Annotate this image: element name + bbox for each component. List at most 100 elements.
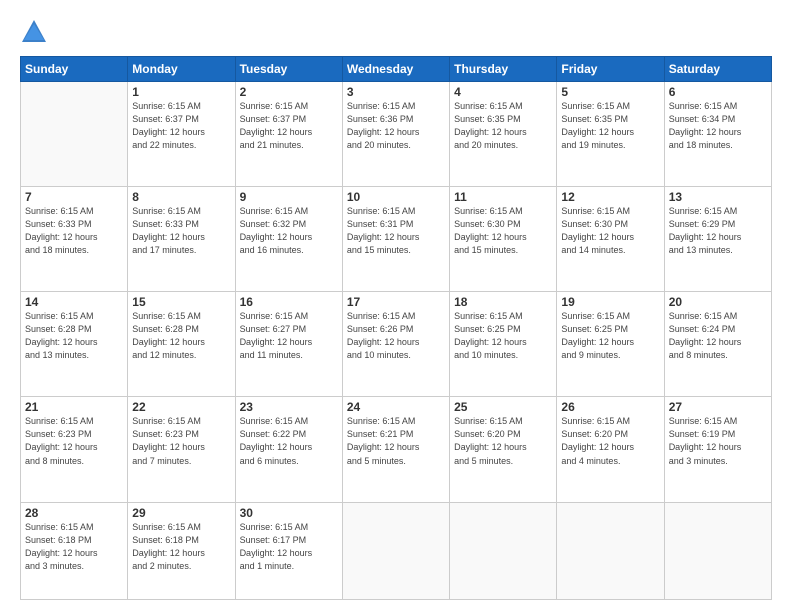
weekday-header-row: SundayMondayTuesdayWednesdayThursdayFrid… bbox=[21, 57, 772, 82]
day-info: Sunrise: 6:15 AM Sunset: 6:30 PM Dayligh… bbox=[561, 205, 659, 257]
calendar-cell: 6Sunrise: 6:15 AM Sunset: 6:34 PM Daylig… bbox=[664, 82, 771, 187]
day-info: Sunrise: 6:15 AM Sunset: 6:29 PM Dayligh… bbox=[669, 205, 767, 257]
calendar-cell bbox=[342, 502, 449, 600]
day-number: 27 bbox=[669, 400, 767, 414]
calendar-cell: 4Sunrise: 6:15 AM Sunset: 6:35 PM Daylig… bbox=[450, 82, 557, 187]
day-number: 25 bbox=[454, 400, 552, 414]
day-info: Sunrise: 6:15 AM Sunset: 6:19 PM Dayligh… bbox=[669, 415, 767, 467]
day-number: 4 bbox=[454, 85, 552, 99]
page: SundayMondayTuesdayWednesdayThursdayFrid… bbox=[0, 0, 792, 612]
day-info: Sunrise: 6:15 AM Sunset: 6:35 PM Dayligh… bbox=[561, 100, 659, 152]
calendar-cell: 22Sunrise: 6:15 AM Sunset: 6:23 PM Dayli… bbox=[128, 397, 235, 502]
day-info: Sunrise: 6:15 AM Sunset: 6:37 PM Dayligh… bbox=[240, 100, 338, 152]
weekday-header-saturday: Saturday bbox=[664, 57, 771, 82]
day-number: 13 bbox=[669, 190, 767, 204]
day-info: Sunrise: 6:15 AM Sunset: 6:20 PM Dayligh… bbox=[561, 415, 659, 467]
calendar-week-row: 1Sunrise: 6:15 AM Sunset: 6:37 PM Daylig… bbox=[21, 82, 772, 187]
weekday-header-monday: Monday bbox=[128, 57, 235, 82]
day-info: Sunrise: 6:15 AM Sunset: 6:36 PM Dayligh… bbox=[347, 100, 445, 152]
day-number: 20 bbox=[669, 295, 767, 309]
calendar-cell: 21Sunrise: 6:15 AM Sunset: 6:23 PM Dayli… bbox=[21, 397, 128, 502]
day-info: Sunrise: 6:15 AM Sunset: 6:33 PM Dayligh… bbox=[132, 205, 230, 257]
day-info: Sunrise: 6:15 AM Sunset: 6:18 PM Dayligh… bbox=[25, 521, 123, 573]
calendar-cell bbox=[557, 502, 664, 600]
day-info: Sunrise: 6:15 AM Sunset: 6:26 PM Dayligh… bbox=[347, 310, 445, 362]
day-info: Sunrise: 6:15 AM Sunset: 6:33 PM Dayligh… bbox=[25, 205, 123, 257]
day-info: Sunrise: 6:15 AM Sunset: 6:21 PM Dayligh… bbox=[347, 415, 445, 467]
day-number: 24 bbox=[347, 400, 445, 414]
calendar-cell: 25Sunrise: 6:15 AM Sunset: 6:20 PM Dayli… bbox=[450, 397, 557, 502]
calendar-table: SundayMondayTuesdayWednesdayThursdayFrid… bbox=[20, 56, 772, 600]
day-info: Sunrise: 6:15 AM Sunset: 6:35 PM Dayligh… bbox=[454, 100, 552, 152]
weekday-header-thursday: Thursday bbox=[450, 57, 557, 82]
header bbox=[20, 18, 772, 46]
calendar-week-row: 14Sunrise: 6:15 AM Sunset: 6:28 PM Dayli… bbox=[21, 292, 772, 397]
day-number: 5 bbox=[561, 85, 659, 99]
calendar-cell: 23Sunrise: 6:15 AM Sunset: 6:22 PM Dayli… bbox=[235, 397, 342, 502]
calendar-cell: 12Sunrise: 6:15 AM Sunset: 6:30 PM Dayli… bbox=[557, 187, 664, 292]
calendar-cell: 15Sunrise: 6:15 AM Sunset: 6:28 PM Dayli… bbox=[128, 292, 235, 397]
calendar-cell: 3Sunrise: 6:15 AM Sunset: 6:36 PM Daylig… bbox=[342, 82, 449, 187]
calendar-cell: 16Sunrise: 6:15 AM Sunset: 6:27 PM Dayli… bbox=[235, 292, 342, 397]
day-number: 26 bbox=[561, 400, 659, 414]
calendar-cell: 18Sunrise: 6:15 AM Sunset: 6:25 PM Dayli… bbox=[450, 292, 557, 397]
calendar-cell: 1Sunrise: 6:15 AM Sunset: 6:37 PM Daylig… bbox=[128, 82, 235, 187]
calendar-cell: 26Sunrise: 6:15 AM Sunset: 6:20 PM Dayli… bbox=[557, 397, 664, 502]
day-number: 18 bbox=[454, 295, 552, 309]
day-info: Sunrise: 6:15 AM Sunset: 6:32 PM Dayligh… bbox=[240, 205, 338, 257]
day-info: Sunrise: 6:15 AM Sunset: 6:30 PM Dayligh… bbox=[454, 205, 552, 257]
calendar-cell: 9Sunrise: 6:15 AM Sunset: 6:32 PM Daylig… bbox=[235, 187, 342, 292]
day-info: Sunrise: 6:15 AM Sunset: 6:23 PM Dayligh… bbox=[132, 415, 230, 467]
calendar-cell: 27Sunrise: 6:15 AM Sunset: 6:19 PM Dayli… bbox=[664, 397, 771, 502]
calendar-cell: 28Sunrise: 6:15 AM Sunset: 6:18 PM Dayli… bbox=[21, 502, 128, 600]
day-number: 19 bbox=[561, 295, 659, 309]
calendar-cell: 20Sunrise: 6:15 AM Sunset: 6:24 PM Dayli… bbox=[664, 292, 771, 397]
calendar-cell: 11Sunrise: 6:15 AM Sunset: 6:30 PM Dayli… bbox=[450, 187, 557, 292]
day-number: 6 bbox=[669, 85, 767, 99]
day-number: 12 bbox=[561, 190, 659, 204]
calendar-cell: 30Sunrise: 6:15 AM Sunset: 6:17 PM Dayli… bbox=[235, 502, 342, 600]
day-number: 30 bbox=[240, 506, 338, 520]
calendar-week-row: 7Sunrise: 6:15 AM Sunset: 6:33 PM Daylig… bbox=[21, 187, 772, 292]
day-number: 2 bbox=[240, 85, 338, 99]
calendar-cell: 7Sunrise: 6:15 AM Sunset: 6:33 PM Daylig… bbox=[21, 187, 128, 292]
logo bbox=[20, 18, 52, 46]
day-info: Sunrise: 6:15 AM Sunset: 6:22 PM Dayligh… bbox=[240, 415, 338, 467]
weekday-header-friday: Friday bbox=[557, 57, 664, 82]
calendar-cell: 29Sunrise: 6:15 AM Sunset: 6:18 PM Dayli… bbox=[128, 502, 235, 600]
day-info: Sunrise: 6:15 AM Sunset: 6:27 PM Dayligh… bbox=[240, 310, 338, 362]
calendar-week-row: 28Sunrise: 6:15 AM Sunset: 6:18 PM Dayli… bbox=[21, 502, 772, 600]
day-number: 23 bbox=[240, 400, 338, 414]
day-info: Sunrise: 6:15 AM Sunset: 6:20 PM Dayligh… bbox=[454, 415, 552, 467]
day-info: Sunrise: 6:15 AM Sunset: 6:17 PM Dayligh… bbox=[240, 521, 338, 573]
weekday-header-tuesday: Tuesday bbox=[235, 57, 342, 82]
day-info: Sunrise: 6:15 AM Sunset: 6:28 PM Dayligh… bbox=[25, 310, 123, 362]
calendar-cell: 19Sunrise: 6:15 AM Sunset: 6:25 PM Dayli… bbox=[557, 292, 664, 397]
day-info: Sunrise: 6:15 AM Sunset: 6:34 PM Dayligh… bbox=[669, 100, 767, 152]
day-number: 28 bbox=[25, 506, 123, 520]
calendar-cell: 8Sunrise: 6:15 AM Sunset: 6:33 PM Daylig… bbox=[128, 187, 235, 292]
day-number: 21 bbox=[25, 400, 123, 414]
calendar-cell bbox=[664, 502, 771, 600]
calendar-cell: 10Sunrise: 6:15 AM Sunset: 6:31 PM Dayli… bbox=[342, 187, 449, 292]
weekday-header-sunday: Sunday bbox=[21, 57, 128, 82]
calendar-cell bbox=[21, 82, 128, 187]
calendar-cell: 13Sunrise: 6:15 AM Sunset: 6:29 PM Dayli… bbox=[664, 187, 771, 292]
day-number: 9 bbox=[240, 190, 338, 204]
day-number: 10 bbox=[347, 190, 445, 204]
day-number: 22 bbox=[132, 400, 230, 414]
day-info: Sunrise: 6:15 AM Sunset: 6:23 PM Dayligh… bbox=[25, 415, 123, 467]
calendar-cell: 5Sunrise: 6:15 AM Sunset: 6:35 PM Daylig… bbox=[557, 82, 664, 187]
day-number: 17 bbox=[347, 295, 445, 309]
day-info: Sunrise: 6:15 AM Sunset: 6:37 PM Dayligh… bbox=[132, 100, 230, 152]
calendar-cell: 17Sunrise: 6:15 AM Sunset: 6:26 PM Dayli… bbox=[342, 292, 449, 397]
day-number: 8 bbox=[132, 190, 230, 204]
day-info: Sunrise: 6:15 AM Sunset: 6:31 PM Dayligh… bbox=[347, 205, 445, 257]
day-number: 11 bbox=[454, 190, 552, 204]
day-info: Sunrise: 6:15 AM Sunset: 6:25 PM Dayligh… bbox=[454, 310, 552, 362]
calendar-cell bbox=[450, 502, 557, 600]
day-number: 16 bbox=[240, 295, 338, 309]
day-info: Sunrise: 6:15 AM Sunset: 6:24 PM Dayligh… bbox=[669, 310, 767, 362]
day-number: 29 bbox=[132, 506, 230, 520]
day-number: 14 bbox=[25, 295, 123, 309]
